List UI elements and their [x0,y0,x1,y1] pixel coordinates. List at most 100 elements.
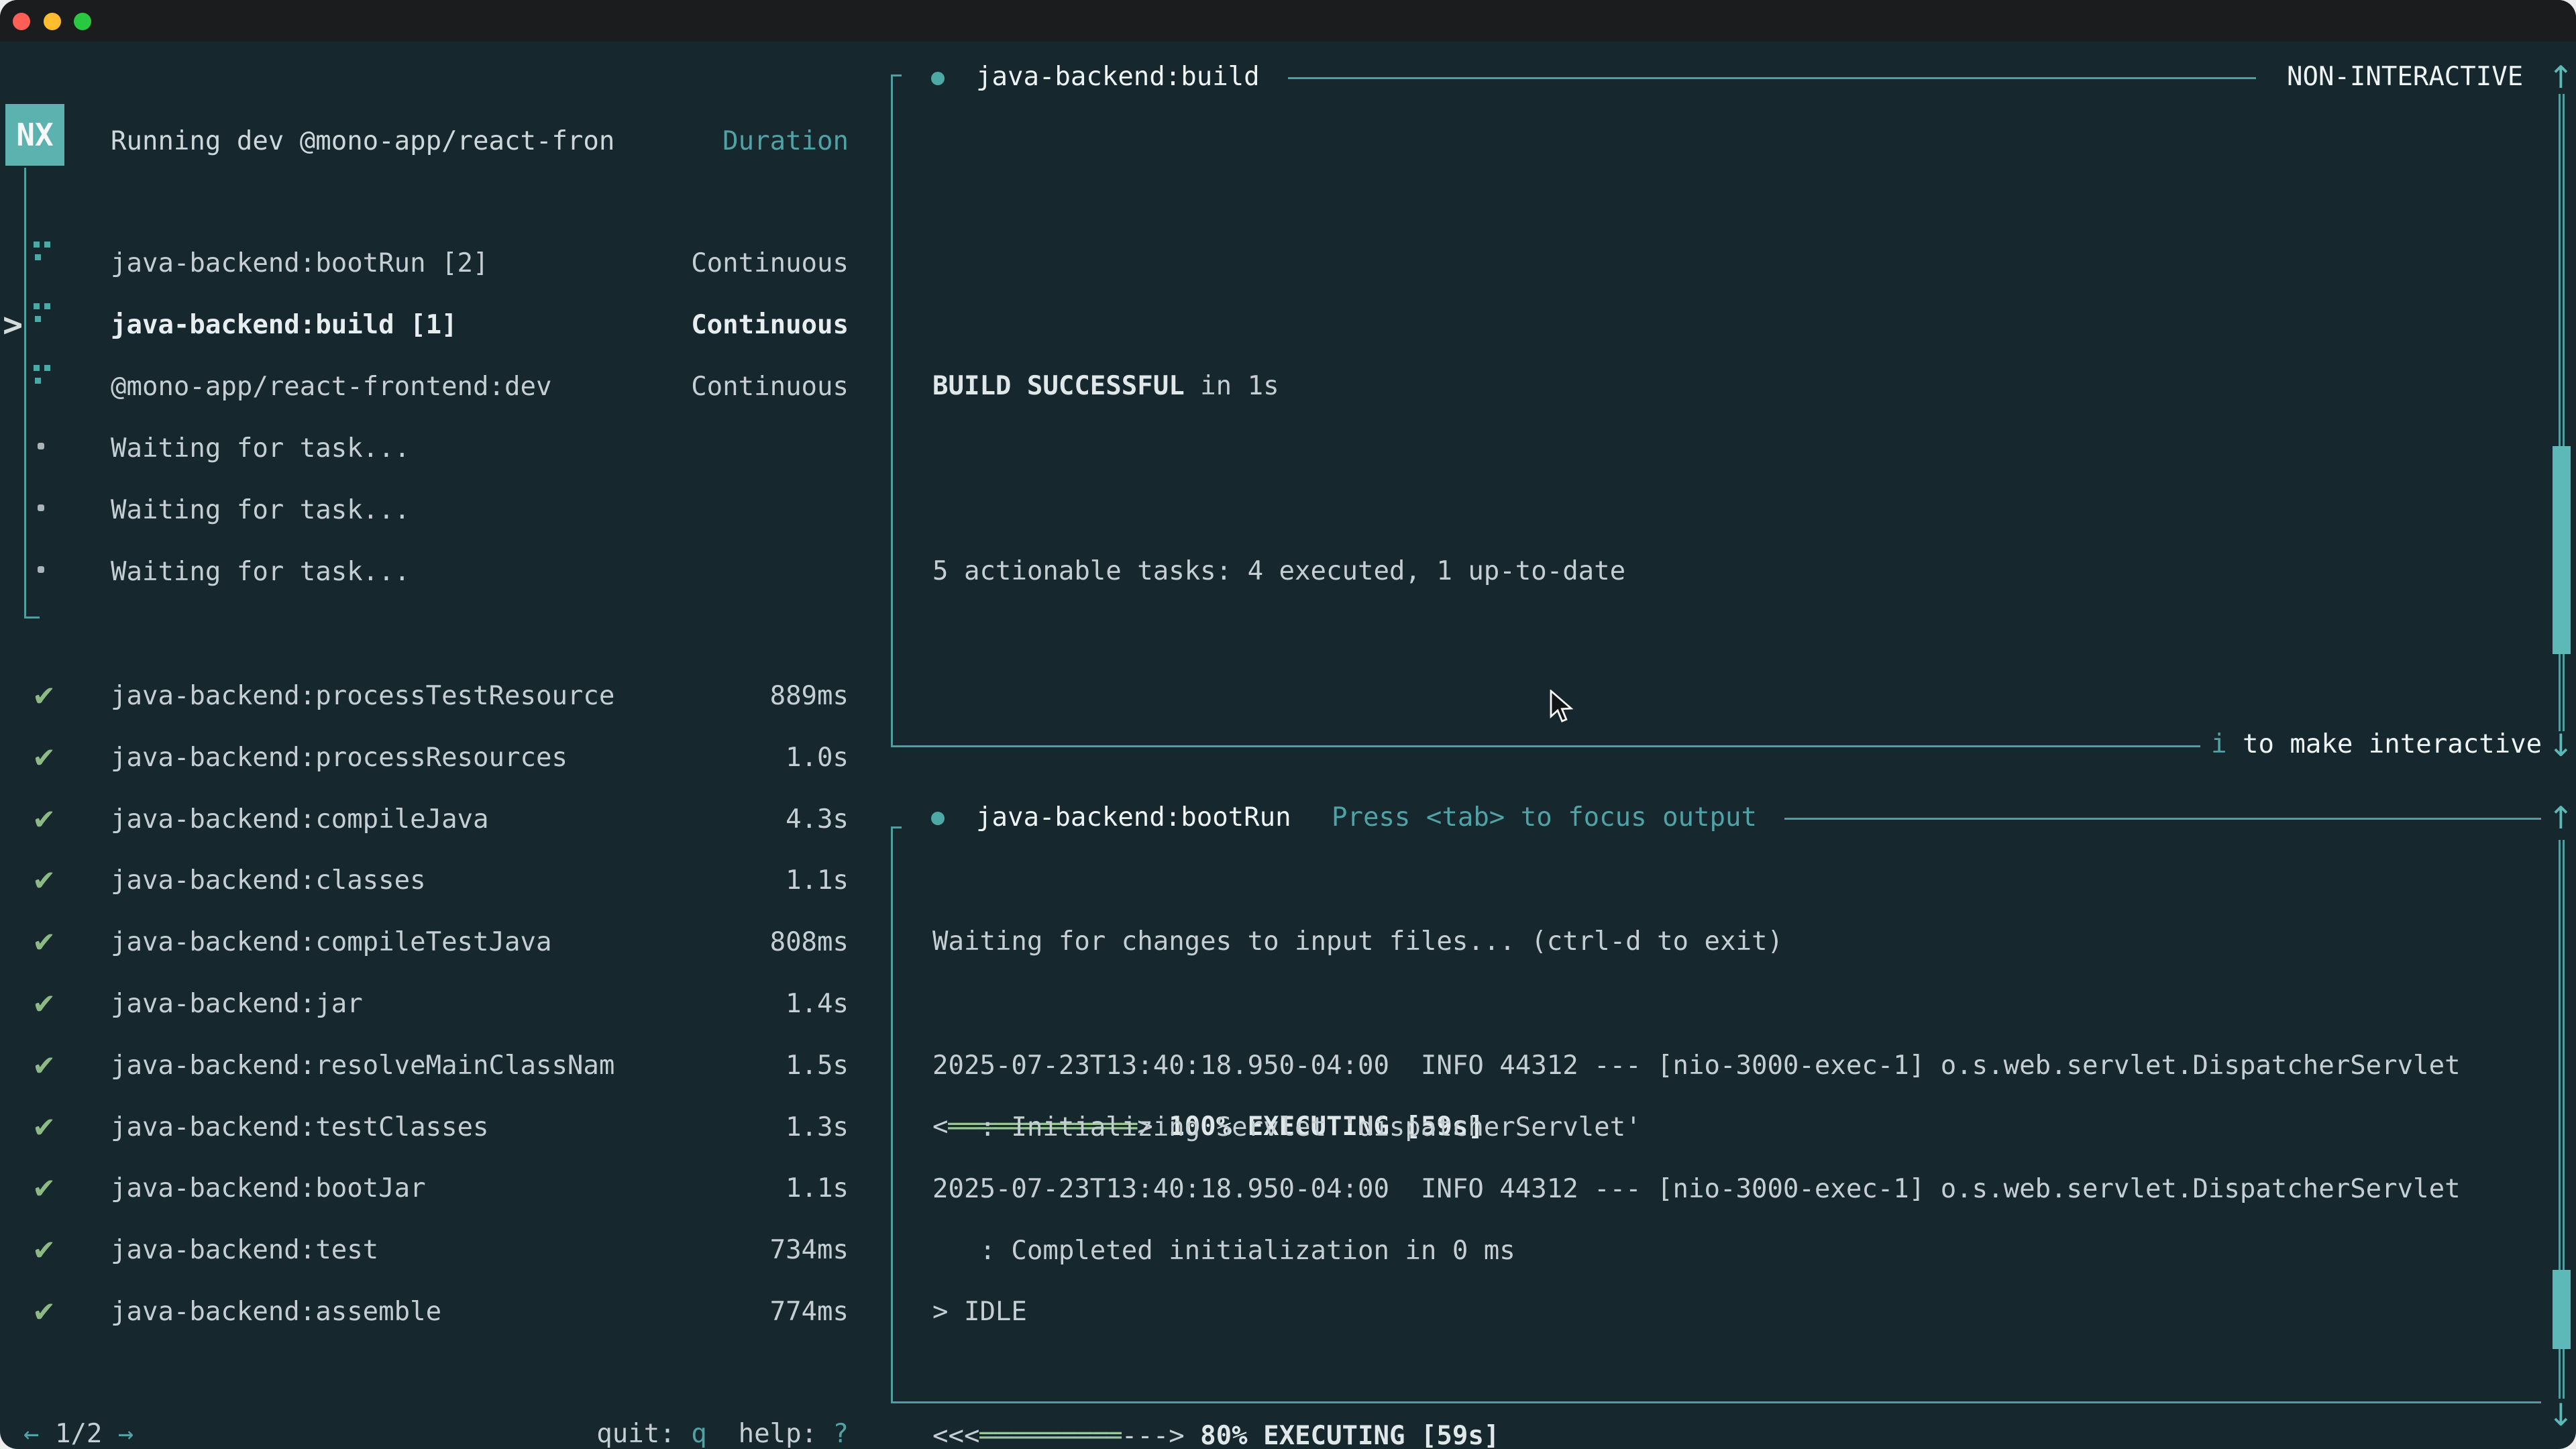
log-lines: 2025-07-23T13:40:18.950-04:00 INFO 44312… [932,1035,2461,1282]
bottom-pane-scrollbar-thumb[interactable] [2553,1270,2571,1349]
task-name: Waiting for task... [111,495,410,525]
gradle-progress-line-bottom: <<<═════════---> 80% EXECUTING [59s] [932,1405,2461,1449]
task-success-check-icon: ✔ [32,987,56,1020]
task-row[interactable]: ✔java-backend:processTestResource889ms [0,665,849,727]
log-line: 2025-07-23T13:40:18.950-04:00 INFO 44312… [932,1159,2461,1220]
task-duration: 1.1s [786,865,849,896]
next-page-icon[interactable]: → [118,1419,133,1449]
help-label: help: [707,1419,833,1449]
task-name: java-backend:processResources [111,743,568,773]
task-duration: 1.3s [786,1112,849,1142]
task-pending-dot-icon [38,443,44,449]
task-row[interactable]: ✔ java-backend:assemble 774ms [0,1281,849,1342]
log-line: 2025-07-23T13:40:18.950-04:00 INFO 44312… [932,1035,2461,1097]
top-pane-bottom-border [891,745,2200,747]
task-duration: 774ms [770,1297,849,1327]
progress-rest: ---> [1122,1421,1185,1449]
task-pending-dot-icon [38,566,44,573]
task-name: Waiting for task... [111,433,410,464]
task-row[interactable]: ✔java-backend:bootJar1.1s [0,1157,849,1219]
progress-bar: ═════════ [979,1421,1121,1449]
task-row[interactable]: ✔java-backend:testClasses1.3s [0,1096,849,1158]
zoom-button-icon[interactable] [74,13,91,30]
task-success-check-icon: ✔ [32,803,56,836]
bottom-pane-output[interactable]: 2025-07-23T13:40:18.950-04:00 INFO 44312… [932,912,2461,1449]
task-name: java-backend:assemble [111,1297,441,1327]
build-time: in 1s [1185,371,1279,401]
interactive-key[interactable]: i [2211,729,2226,759]
task-row[interactable]: java-backend:bootRun [2] Continuous [0,232,849,294]
duration-column-header: Duration [722,126,849,156]
top-pane-scroll-down-icon[interactable]: ↓ [2548,727,2574,763]
task-success-check-icon: ✔ [32,864,56,897]
mouse-pointer-icon [1548,690,1578,731]
task-running-spinner-icon [34,303,52,325]
task-row[interactable]: @mono-app/react-frontend:devContinuous [0,356,849,417]
top-pane-footer-hint: i to make interactive [2211,729,2542,759]
progress-label: 80% EXECUTING [59s] [1185,1421,1500,1449]
top-pane-mode-label: NON-INTERACTIVE [2287,62,2523,92]
task-duration: 1.0s [786,743,849,773]
build-result-line: BUILD SUCCESSFUL in 1s [932,356,1783,417]
top-pane-title[interactable]: java-backend:build [976,62,1260,92]
task-success-check-icon: ✔ [32,1172,56,1205]
task-row[interactable]: Waiting for task... [0,541,849,602]
task-duration: Continuous [691,372,849,402]
task-name: java-backend:compileJava [111,804,489,835]
quit-label: quit: [596,1419,691,1449]
close-button-icon[interactable] [13,13,30,30]
task-duration: 889ms [770,681,849,711]
bottom-pane-focus-hint: Press <tab> to focus output [1332,802,1757,833]
task-row[interactable]: ✔ java-backend:compileJava 4.3s [0,788,849,850]
pagination[interactable]: ← 1/2 → [23,1419,133,1449]
task-row[interactable]: ✔ java-backend:jar 1.4s [0,973,849,1034]
task-row[interactable]: ✔ java-backend:processResources 1.0s [0,727,849,788]
tasks-summary-line: 5 actionable tasks: 4 executed, 1 up-to-… [932,541,1783,602]
selected-task-caret-icon: > [3,305,23,344]
task-running-spinner-icon [34,241,52,263]
task-row[interactable]: Waiting for task... [0,479,849,541]
quit-key[interactable]: q [691,1419,706,1449]
task-row[interactable]: ✔java-backend:resolveMainClassNam1.5s [0,1034,849,1096]
task-success-check-icon: ✔ [32,741,56,774]
task-duration: 734ms [770,1235,849,1265]
task-duration: 1.5s [786,1051,849,1081]
task-success-check-icon: ✔ [32,1111,56,1144]
blank-line [932,726,1783,788]
task-name: java-backend:resolveMainClassNam [111,1051,614,1081]
task-list-header: Running dev @mono-app/react-fron Duratio… [0,110,849,172]
bottom-pane-bottom-border [891,1401,2541,1403]
task-name: java-backend:classes [111,865,426,896]
task-success-check-icon: ✔ [32,1295,56,1328]
task-duration: Continuous [691,310,849,340]
top-pane-scroll-up-icon[interactable]: ↑ [2548,59,2574,95]
top-pane-scrollbar-thumb[interactable] [2553,446,2571,654]
bottom-pane-status-dot-icon [931,812,945,825]
bottom-pane-title[interactable]: java-backend:bootRun [976,802,1291,833]
task-name: java-backend:jar [111,989,363,1019]
task-row[interactable]: ✔java-backend:test734ms [0,1219,849,1281]
terminal-window: NX Running dev @mono-app/react-fron Dura… [0,0,2576,1449]
task-row[interactable]: ✔java-backend:compileTestJava808ms [0,911,849,973]
log-line: : Completed initialization in 0 ms [932,1220,2461,1282]
bottom-pane-scroll-up-icon[interactable]: ↑ [2548,800,2574,836]
task-name: java-backend:compileTestJava [111,927,551,957]
task-row[interactable]: Waiting for task... [0,417,849,479]
run-command-title: Running dev @mono-app/react-fron [111,126,614,156]
task-duration: Continuous [691,248,849,278]
bottom-pane-scroll-down-icon[interactable]: ↓ [2548,1397,2574,1433]
task-success-check-icon: ✔ [32,1234,56,1267]
minimize-button-icon[interactable] [44,13,61,30]
task-row[interactable]: >java-backend:build [1]Continuous [0,294,849,356]
help-key[interactable]: ? [833,1419,849,1449]
task-duration: 1.4s [786,989,849,1019]
bottom-pane-header-rule [1784,818,2541,820]
interactive-hint-text: to make interactive [2226,729,2542,759]
build-status: BUILD SUCCESSFUL [932,371,1185,401]
prev-page-icon[interactable]: ← [23,1419,39,1449]
task-duration: 4.3s [786,804,849,835]
top-pane-left-border [891,75,893,746]
top-pane-header-rule [1288,77,2256,79]
task-row[interactable]: ✔ java-backend:classes 1.1s [0,849,849,911]
task-name: java-backend:bootRun [2] [111,248,489,278]
